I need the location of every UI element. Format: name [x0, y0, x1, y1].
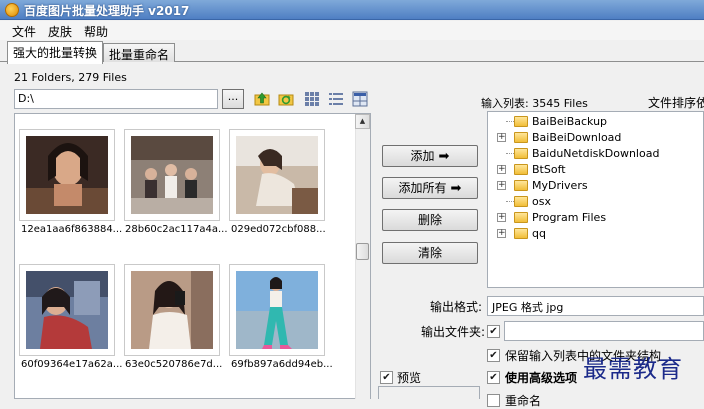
folder-icon [514, 196, 528, 207]
menu-file[interactable]: 文件 [12, 23, 36, 40]
folder-icon [514, 116, 528, 127]
tree-item-label: BaiBeiDownload [532, 131, 622, 144]
output-format-label: 输出格式: [430, 300, 483, 314]
thumbnail-label: 69fb897a6dd94eb... [231, 359, 333, 370]
tree-item-label: BtSoft [532, 163, 566, 176]
window-title: 百度图片批量处理助手 v2017 [24, 4, 190, 18]
thumbnail-image [236, 136, 318, 214]
thumbnail-label: 28b60c2ac117a4a... [125, 224, 228, 235]
tree-item-label: BaiduNetdiskDownload [532, 147, 660, 160]
folder-icon [514, 228, 528, 239]
thumbnail-image [26, 271, 108, 349]
right-arrow-icon: ➡ [438, 149, 450, 164]
expand-plus-icon[interactable]: + [497, 213, 506, 222]
folder-icon [514, 164, 528, 175]
thumbnail-image [131, 271, 213, 349]
rename-checkbox[interactable] [487, 394, 500, 407]
tree-item-baibeidownload[interactable]: + BaiBeiDownload [488, 130, 703, 146]
tree-item-mydrivers[interactable]: + MyDrivers [488, 178, 703, 194]
advanced-options-checkbox[interactable]: ✔ [487, 371, 500, 384]
expand-plus-icon[interactable]: + [497, 133, 506, 142]
add-all-button-label: 添加所有 [398, 181, 447, 195]
tree-item-label: osx [532, 195, 551, 208]
thumbnail-image [236, 271, 318, 349]
menu-help[interactable]: 帮助 [84, 23, 108, 40]
tree-item-qq[interactable]: + qq [488, 226, 703, 242]
tree-item-label: BaiBeiBackup [532, 115, 608, 128]
clear-button[interactable]: 清除 [382, 242, 478, 264]
app-logo-icon [5, 3, 19, 17]
tab-batch-rename[interactable]: 批量重命名 [103, 43, 176, 62]
input-list-count: 3545 Files [532, 97, 588, 110]
watermark-logo: 最需教育 [583, 355, 683, 383]
thumbnail-item[interactable] [229, 264, 325, 356]
thumbnail-item[interactable] [124, 129, 220, 221]
expand-plus-icon[interactable]: + [497, 181, 506, 190]
preview-checkbox[interactable]: ✔ [380, 371, 393, 384]
file-sort-label: 文件排序依 [648, 96, 704, 110]
folder-icon [514, 148, 528, 159]
folder-icon [514, 180, 528, 191]
add-button[interactable]: 添加 ➡ [382, 145, 478, 167]
folder-icon [514, 212, 528, 223]
thumbnail-label: 60f09364e17a62a... [21, 359, 123, 370]
tab-batch-convert[interactable]: 强大的批量转换 [7, 41, 104, 64]
tree-item-label: qq [532, 227, 546, 240]
thumbnail-item[interactable] [124, 264, 220, 356]
grid-view-icon[interactable] [352, 91, 368, 107]
up-folder-icon[interactable] [254, 91, 270, 107]
tree-item-baidunetdiskdownload[interactable]: BaiduNetdiskDownload [488, 146, 703, 162]
tree-item-program-files[interactable]: + Program Files [488, 210, 703, 226]
add-all-button[interactable]: 添加所有 ➡ [382, 177, 478, 199]
input-list-title: 输入列表: [481, 97, 529, 110]
folder-icon [514, 132, 528, 143]
tree-item-baibeibackup[interactable]: BaiBeiBackup [488, 114, 703, 130]
tree-item-label: MyDrivers [532, 179, 588, 192]
browse-button[interactable]: ... [222, 89, 244, 109]
add-button-label: 添加 [410, 149, 435, 163]
thumbnail-image [26, 136, 108, 214]
preview-label: 预览 [397, 371, 422, 385]
expand-plus-icon[interactable]: + [497, 165, 506, 174]
thumbnail-image [131, 136, 213, 214]
detail-view-icon[interactable] [328, 91, 344, 107]
thumbnail-view-icon[interactable] [304, 91, 320, 107]
file-tree[interactable]: BaiBeiBackup + BaiBeiDownload BaiduNetdi… [487, 111, 704, 288]
output-folder-checkbox[interactable]: ✔ [487, 325, 500, 338]
thumbnail-area[interactable]: 12ea1aa6f863884... 28b60c2ac117a4a... 02… [14, 113, 371, 399]
output-format-select[interactable]: JPEG 格式 jpg [487, 296, 704, 316]
tree-item-label: Program Files [532, 211, 607, 224]
delete-button[interactable]: 删除 [382, 209, 478, 231]
keep-structure-checkbox[interactable]: ✔ [487, 349, 500, 362]
path-input[interactable]: D:\ [14, 89, 218, 109]
folder-file-count: 21 Folders, 279 Files [14, 71, 127, 84]
menu-skin[interactable]: 皮肤 [48, 23, 72, 40]
thumbnail-label: 12ea1aa6f863884... [21, 224, 123, 235]
expand-plus-icon[interactable]: + [497, 229, 506, 238]
double-right-arrow-icon: ➡ [450, 181, 462, 196]
output-folder-input[interactable] [504, 321, 704, 341]
thumbnail-item[interactable] [19, 129, 115, 221]
scroll-up-arrow-icon[interactable]: ▲ [355, 114, 370, 129]
rename-label: 重命名 [505, 394, 542, 408]
thumbnail-label: 63e0c520786e7d... [125, 359, 223, 370]
output-folder-label: 输出文件夹: [421, 325, 486, 339]
thumbnail-item[interactable] [19, 264, 115, 356]
scrollbar-thumb[interactable] [356, 243, 369, 260]
thumbnail-label: 029ed072cbf088... [231, 224, 326, 235]
preview-box [378, 386, 480, 399]
tree-item-btsoft[interactable]: + BtSoft [488, 162, 703, 178]
thumbnail-item[interactable] [229, 129, 325, 221]
tree-item-osx[interactable]: osx [488, 194, 703, 210]
input-list-label: 输入列表: 3545 Files [481, 95, 588, 111]
advanced-options-label: 使用高级选项 [505, 371, 578, 385]
refresh-icon[interactable] [278, 91, 294, 107]
